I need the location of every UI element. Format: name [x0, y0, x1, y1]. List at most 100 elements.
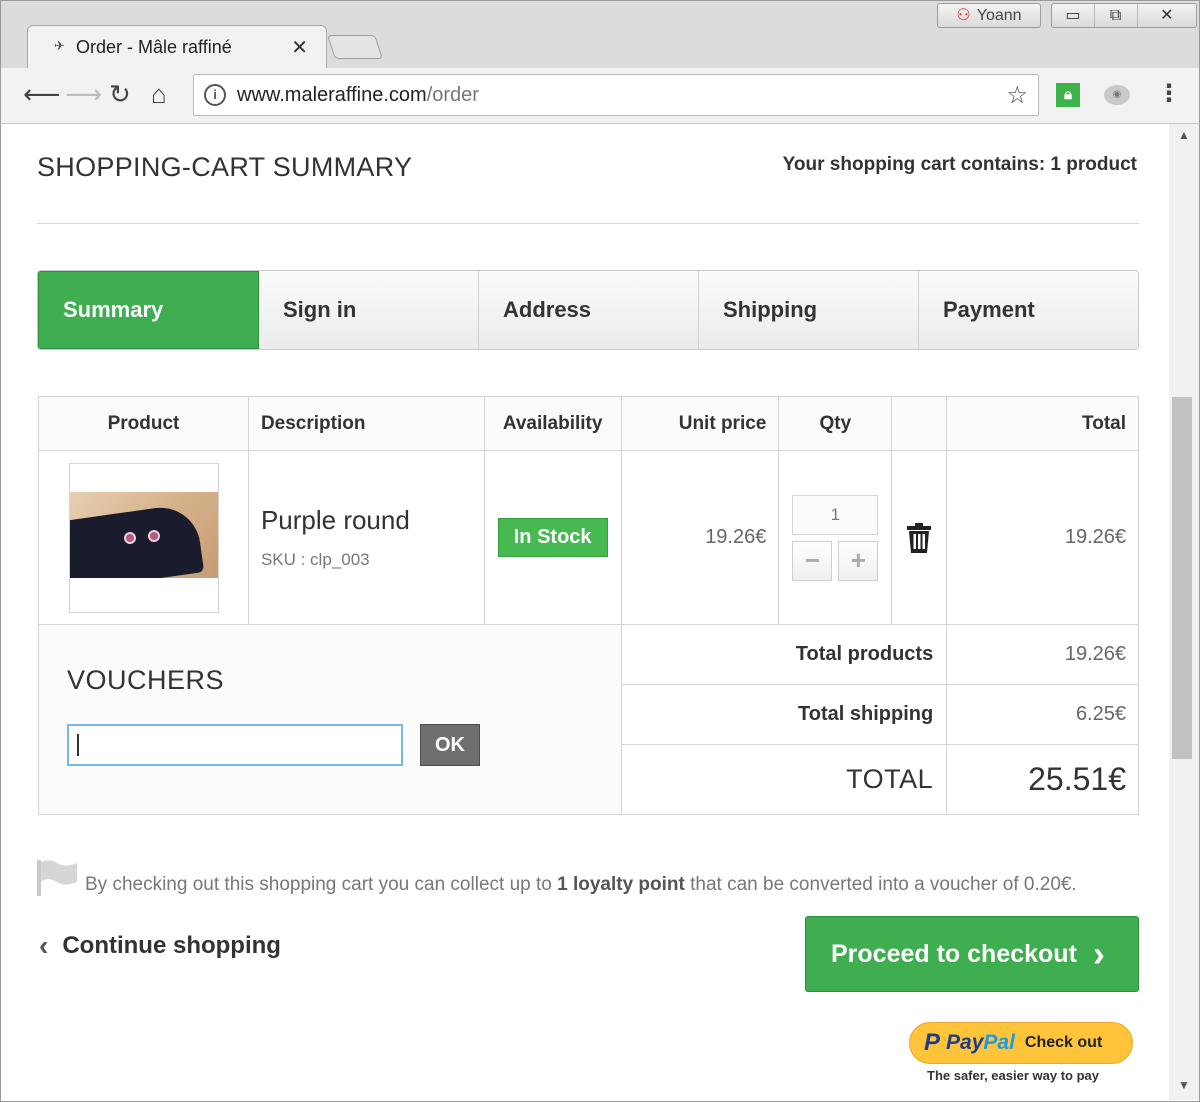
page-title: SHOPPING-CART SUMMARY: [37, 152, 413, 182]
scrollbar-thumb[interactable]: [1172, 397, 1192, 759]
step-address[interactable]: Address: [479, 271, 699, 349]
tab-close-icon[interactable]: ✕: [291, 35, 308, 60]
paypal-pay: Pay: [946, 1031, 984, 1054]
paypal-checkout-button[interactable]: P PayPal Check out: [909, 1022, 1133, 1064]
loyalty-points: 1 loyalty point: [557, 874, 685, 895]
product-image[interactable]: [69, 462, 219, 613]
line-total: 19.26€: [946, 450, 1139, 625]
chevron-left-icon: ‹: [39, 930, 49, 961]
continue-shopping-link[interactable]: ‹ Continue shopping: [39, 930, 281, 962]
minimize-button[interactable]: ▭: [1052, 4, 1095, 27]
checkout-steps: Summary Sign in Address Shipping Payment: [37, 270, 1139, 350]
window-controls: ▭ ⧉ ✕: [1051, 3, 1197, 28]
voucher-ok-button[interactable]: OK: [420, 724, 480, 766]
total-shipping-label: Total shipping: [620, 684, 948, 745]
trash-icon-glyph: [907, 522, 932, 553]
new-tab-button[interactable]: [327, 35, 383, 59]
star-icon[interactable]: ☆: [1006, 81, 1028, 110]
menu-dots-icon[interactable]: ⋮: [1157, 80, 1181, 108]
browser-titlebar: ✈ Order - Mâle raffiné ✕ ⚇ Yoann ▭ ⧉ ✕: [0, 0, 1200, 69]
product-photo-cloth: [70, 502, 205, 578]
browser-tab-active[interactable]: ✈ Order - Mâle raffiné ✕: [27, 25, 327, 69]
continue-shopping-label: Continue shopping: [62, 932, 281, 959]
voucher-section: VOUCHERS OK: [38, 624, 622, 815]
table-row: Purple round SKU : clp_003 In Stock 19.2…: [38, 450, 1139, 625]
paypal-check-out-label: Check out: [1024, 1034, 1103, 1051]
col-header-qty: Qty: [778, 396, 893, 451]
forward-arrow-icon[interactable]: ⟶: [65, 80, 102, 108]
product-description-cell: Purple round SKU : clp_003: [247, 450, 485, 625]
col-header-unit-price: Unit price: [620, 396, 780, 451]
product-photo-cufflink: [148, 529, 160, 542]
col-header-total: Total: [946, 396, 1139, 451]
cart-header-row: Product Description Availability Unit pr…: [38, 396, 1139, 451]
col-header-description: Description: [247, 396, 485, 451]
product-image-cell: [38, 450, 249, 625]
vertical-scrollbar[interactable]: ▲ ▼: [1169, 124, 1199, 1100]
product-name-link[interactable]: Purple round: [261, 505, 484, 536]
voucher-title: VOUCHERS: [67, 665, 225, 695]
user-icon: ⚇: [956, 7, 971, 24]
quantity-stepper: − +: [779, 540, 891, 581]
reload-icon[interactable]: ↻: [109, 80, 131, 108]
paypal-tagline: The safer, easier way to pay: [927, 1068, 1099, 1083]
step-sign-in[interactable]: Sign in: [259, 271, 479, 349]
paypal-wordmark: PayPal: [946, 1031, 1015, 1055]
delete-cell: [891, 450, 948, 625]
flag-icon: [37, 860, 77, 896]
back-arrow-icon[interactable]: ⟵: [23, 80, 60, 108]
paypal-pal: Pal: [983, 1031, 1015, 1054]
info-icon[interactable]: i: [204, 84, 226, 106]
total-products-value: 19.26€: [946, 624, 1139, 685]
qty-decrease-button[interactable]: −: [792, 540, 833, 581]
voucher-code-input[interactable]: [67, 724, 403, 766]
url-text[interactable]: www.maleraffine.com/order: [237, 84, 479, 107]
browser-toolbar: ⟵ ⟶ ↻ ⌂ i www.maleraffine.com/order ☆ 🔒︎…: [0, 68, 1200, 124]
step-payment[interactable]: Payment: [919, 271, 1138, 349]
close-window-button[interactable]: ✕: [1138, 4, 1196, 27]
divider: [37, 223, 1139, 224]
availability-cell: In Stock: [483, 450, 622, 625]
col-header-availability: Availability: [483, 396, 622, 451]
total-shipping-value: 6.25€: [946, 684, 1139, 745]
product-sku: SKU : clp_003: [260, 550, 370, 569]
unit-price: 19.26€: [620, 450, 780, 625]
profile-name: Yoann: [976, 7, 1022, 24]
profile-button[interactable]: ⚇ Yoann: [937, 3, 1041, 28]
total-label: TOTAL: [620, 744, 948, 815]
voucher-form: OK: [67, 724, 621, 766]
summary-row-products: VOUCHERS OK Total products 19.26€: [38, 624, 1139, 815]
favicon-icon: ✈: [54, 38, 65, 53]
trash-icon[interactable]: [892, 522, 946, 553]
lock-extension-icon[interactable]: 🔒︎: [1056, 83, 1080, 107]
address-bar[interactable]: i www.maleraffine.com/order ☆: [193, 74, 1039, 116]
scroll-down-arrow-icon[interactable]: ▼: [1178, 1078, 1190, 1092]
total-products-label: Total products: [620, 624, 948, 685]
proceed-to-checkout-button[interactable]: Proceed to checkout ›: [805, 916, 1139, 992]
quantity-input[interactable]: 1: [792, 494, 879, 535]
in-stock-badge: In Stock: [497, 518, 608, 557]
home-icon[interactable]: ⌂: [151, 80, 167, 108]
total-value: 25.51€: [946, 744, 1139, 815]
cart-table: Product Description Availability Unit pr…: [38, 396, 1139, 815]
step-shipping[interactable]: Shipping: [699, 271, 919, 349]
scroll-up-arrow-icon[interactable]: ▲: [1178, 128, 1190, 142]
loyalty-prefix: By checking out this shopping cart you c…: [85, 874, 552, 895]
paypal-logo-icon: P: [924, 1029, 941, 1056]
loyalty-message: By checking out this shopping cart you c…: [37, 860, 1147, 896]
chevron-right-icon: ›: [1092, 933, 1105, 974]
col-header-delete: [891, 396, 948, 451]
loyalty-suffix: that can be converted into a voucher of …: [690, 874, 1077, 895]
url-domain: www.maleraffine.com: [237, 84, 427, 106]
product-photo: [70, 491, 218, 578]
step-summary[interactable]: Summary: [38, 271, 259, 349]
extension-icon[interactable]: ◉: [1104, 85, 1130, 105]
url-path: /order: [426, 84, 479, 106]
qty-increase-button[interactable]: +: [838, 540, 879, 581]
tab-title: Order - Mâle raffiné: [76, 37, 232, 57]
checkout-label: Proceed to checkout: [831, 939, 1077, 968]
cart-count-text: Your shopping cart contains: 1 product: [782, 154, 1137, 175]
qty-cell: 1 − +: [778, 450, 893, 625]
maximize-button[interactable]: ⧉: [1095, 4, 1138, 27]
page-viewport: SHOPPING-CART SUMMARY Your shopping cart…: [0, 124, 1200, 1102]
